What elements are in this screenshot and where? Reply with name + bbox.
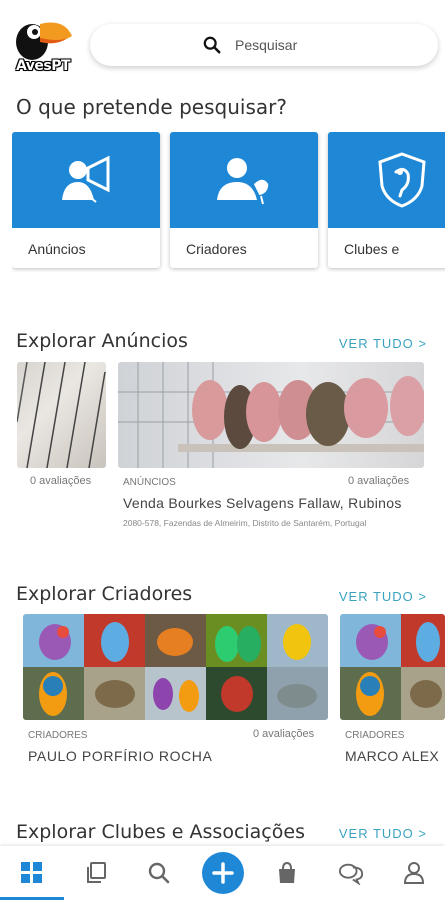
breeder-card-image[interactable] [340,614,445,720]
category-card-clubes[interactable]: Clubes e [328,132,445,268]
toucan-icon [16,22,72,60]
category-label: Anúncios [28,241,86,257]
add-button[interactable] [202,852,244,894]
breeder-card-image[interactable] [23,614,328,720]
see-all-anuncios-link[interactable]: VER TUDO > [339,336,427,351]
chat-icon [338,863,364,885]
search-input[interactable] [235,37,325,53]
bourke-parakeets-photo [118,362,424,468]
breeder-category: CRIADORES [28,730,88,741]
person-bird-icon [217,158,270,205]
nav-profile[interactable] [401,860,427,886]
header: AvesPT [0,0,445,85]
see-all-clubes-link[interactable]: VER TUDO > [339,826,427,841]
search-icon [203,36,221,54]
page-question: O que pretende pesquisar? [16,95,287,119]
ad-ratings: 0 avaliações [30,475,92,487]
cage-photo [17,362,106,468]
nav-search[interactable] [146,860,172,886]
nav-ads[interactable] [83,860,109,886]
breeder-ratings: 0 avaliações [253,728,315,740]
category-label: Criadores [186,241,247,257]
search-icon [148,862,170,884]
breeder-name[interactable]: MARCO ALEX [345,748,439,764]
ad-card-image[interactable] [17,362,106,468]
ad-title[interactable]: Venda Bourkes Selvagens Fallaw, Rubinos [123,495,402,511]
category-carousel[interactable]: Anúncios Criadores Clubes e [12,132,445,272]
category-card-anuncios[interactable]: Anúncios [12,132,160,268]
bird-collage-photo [23,614,328,720]
section-title-clubes: Explorar Clubes e Associações [16,821,305,843]
plus-icon [212,862,234,884]
bottom-nav [0,846,445,900]
ad-card-image[interactable] [118,362,424,468]
nav-messages[interactable] [338,860,364,886]
section-title-anuncios: Explorar Anúncios [16,330,188,352]
see-all-criadores-link[interactable]: VER TUDO > [339,589,427,604]
nav-home[interactable] [19,860,45,886]
bag-icon [279,861,295,883]
ad-category: ANÚNCIOS [123,477,176,488]
logo-text: AvesPT [15,58,71,74]
shield-bird-icon [378,152,426,208]
grid-icon [21,862,42,883]
category-label: Clubes e [344,241,400,257]
megaphone-person-icon [62,155,110,203]
copy-icon [87,862,106,883]
ad-address: 2080-578, Fazendas de Almeirim, Distrito… [123,518,367,528]
nav-shop[interactable] [274,860,300,886]
app-logo[interactable]: AvesPT [12,14,74,74]
bird-collage-photo [340,614,445,720]
user-icon [403,862,425,884]
section-title-criadores: Explorar Criadores [16,583,193,605]
breeder-name[interactable]: PAULO PORFÍRIO ROCHA [28,748,212,764]
category-card-criadores[interactable]: Criadores [170,132,318,268]
breeder-category: CRIADORES [345,730,405,741]
search-bar[interactable] [90,24,438,66]
ad-ratings: 0 avaliações [348,475,410,487]
